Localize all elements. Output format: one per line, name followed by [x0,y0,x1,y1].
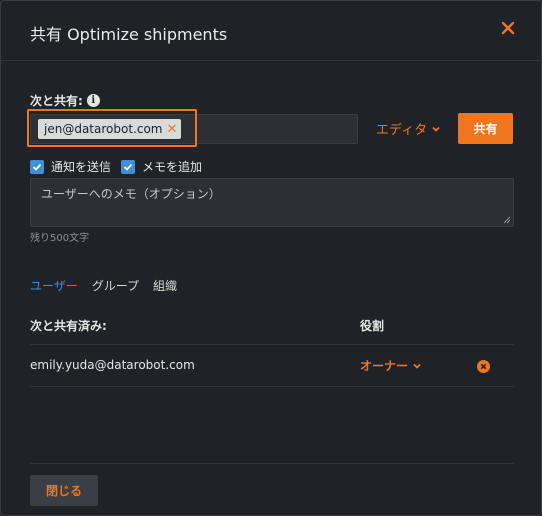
options-row: 通知を送信 メモを追加 [30,158,202,175]
notify-checkbox-label: 通知を送信 [51,160,112,174]
memo-checkbox[interactable] [121,159,136,174]
tab-organizations[interactable]: 組織 [153,277,177,294]
share-dialog: 共有 Optimize shipments 次と共有: i jen@dataro… [0,0,542,516]
notify-checkbox[interactable] [30,159,44,174]
owner-role-dropdown[interactable]: オーナー [360,357,422,374]
table-row-email: emily.yuda@datarobot.com [30,358,195,372]
table-divider [30,344,514,345]
footer-divider [30,463,514,464]
tab-groups[interactable]: グループ [92,277,139,294]
role-dropdown-label: エディタ [376,123,428,138]
tab-users[interactable]: ユーザー [30,277,78,294]
owner-role-label: オーナー [360,359,409,373]
highlight-box [27,109,197,147]
dialog-title: 共有 Optimize shipments [30,25,228,44]
memo-checkbox-item[interactable]: メモを追加 [121,158,202,175]
table-divider [30,386,514,387]
tab-bar: ユーザー グループ 組織 [30,277,177,294]
close-button[interactable]: 閉じる [30,475,98,506]
share-with-text: 次と共有: [30,94,83,108]
header-divider [1,60,541,61]
role-header: 役割 [360,319,385,333]
notify-checkbox-item[interactable]: 通知を送信 [30,158,111,175]
remove-user-icon[interactable] [477,358,490,373]
info-icon[interactable]: i [86,94,100,107]
chevron-down-icon [432,126,440,132]
remaining-chars: 残り500文字 [30,233,90,244]
share-button[interactable]: 共有 [458,113,513,144]
chevron-down-icon [413,363,421,369]
memo-textarea[interactable]: ユーザーへのメモ（オプション） [30,178,514,227]
resize-handle-icon[interactable] [503,216,511,224]
shared-with-header: 次と共有済み: [30,319,107,333]
role-dropdown[interactable]: エディタ [376,119,441,138]
close-icon[interactable] [499,19,517,37]
memo-checkbox-label: メモを追加 [142,160,203,174]
share-with-label: 次と共有: i [30,92,100,109]
memo-placeholder: ユーザーへのメモ（オプション） [41,187,221,201]
